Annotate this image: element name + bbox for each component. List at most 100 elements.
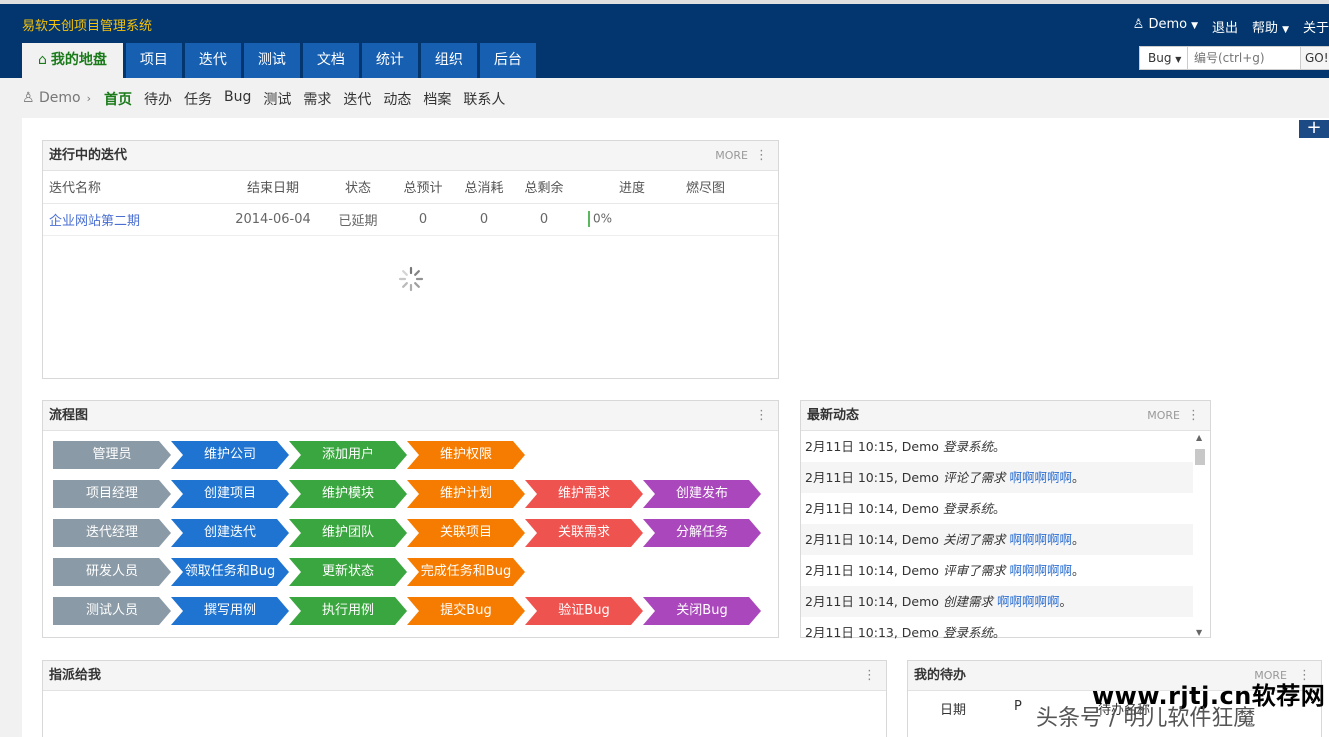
flow-step: 执行用例: [289, 597, 407, 625]
user-icon: ♙: [1132, 17, 1145, 32]
subnav-bug[interactable]: Bug: [224, 89, 251, 109]
subnav-iteration[interactable]: 迭代: [343, 89, 371, 109]
more-link[interactable]: MORE: [1147, 401, 1180, 430]
caret-down-icon: ▼: [1175, 55, 1182, 64]
iterations-panel: 进行中的迭代 MORE ⋮ 迭代名称 结束日期 状态 总预计 总消耗 总剩余 进…: [42, 140, 779, 379]
iteration-link[interactable]: 企业网站第二期: [49, 214, 140, 229]
subnav-home[interactable]: 首页: [104, 89, 132, 109]
flow-row: 项目经理 创建项目 维护模块 维护计划 维护需求 创建发布: [53, 480, 761, 508]
breadcrumb[interactable]: ♙ Demo ›: [22, 90, 91, 106]
flow-step: 维护团队: [289, 519, 407, 547]
panel-menu-icon[interactable]: ⋮: [755, 401, 768, 430]
tab-org[interactable]: 组织: [420, 43, 477, 78]
caret-down-icon: ▼: [1191, 21, 1199, 31]
flow-role: 研发人员: [53, 558, 171, 586]
flow-step: 创建迭代: [171, 519, 289, 547]
flow-step: 验证Bug: [525, 597, 643, 625]
subnav-dynamic[interactable]: 动态: [383, 89, 411, 109]
watermark-author: 头条号 / 明儿软件狂魔: [1036, 706, 1256, 731]
tab-my[interactable]: ⌂ 我的地盘: [22, 43, 123, 78]
list-item: 2月11日 10:14, Demo 登录系统。: [805, 501, 1006, 516]
flow-step: 创建项目: [171, 480, 289, 508]
about-link[interactable]: 关于: [1303, 17, 1329, 36]
subnav-test[interactable]: 测试: [263, 89, 291, 109]
list-item: 2月11日 10:15, Demo 评论了需求 啊啊啊啊啊。: [801, 462, 1193, 493]
flow-row: 测试人员 撰写用例 执行用例 提交Bug 验证Bug 关闭Bug: [53, 597, 761, 625]
scrollbar[interactable]: ▲ ▼: [1194, 433, 1206, 637]
tab-doc[interactable]: 文档: [302, 43, 359, 78]
subnav-story[interactable]: 需求: [303, 89, 331, 109]
panel-header: 流程图 ⋮: [43, 401, 778, 431]
top-header: 易软天创项目管理系统 ♙ Demo ▼ 退出 帮助 ▼ 关于 ⌂ 我的地盘 项目 迭代…: [0, 0, 1329, 78]
flow-step: 维护模块: [289, 480, 407, 508]
flow-row: 管理员 维护公司 添加用户 维护权限: [53, 441, 525, 469]
more-link[interactable]: MORE: [715, 141, 748, 170]
table-row: 企业网站第二期 2014-06-04 已延期 0 0 0 0%: [43, 203, 778, 236]
flow-step: 关联项目: [407, 519, 525, 547]
panel-menu-icon[interactable]: ⋮: [755, 141, 768, 170]
panel-header: 最新动态 MORE ⋮: [801, 401, 1210, 431]
search-type-select[interactable]: Bug ▼: [1140, 47, 1188, 69]
assigned-panel: 指派给我 ⋮: [42, 660, 887, 737]
subnav-profile[interactable]: 档案: [423, 89, 451, 109]
story-link[interactable]: 啊啊啊啊啊: [1009, 470, 1072, 485]
search-input[interactable]: [1188, 47, 1300, 69]
tab-project[interactable]: 项目: [125, 43, 182, 78]
tab-stats[interactable]: 统计: [361, 43, 418, 78]
tab-test[interactable]: 测试: [243, 43, 300, 78]
flow-step: 更新状态: [289, 558, 407, 586]
todo-col-priority: P: [1014, 699, 1022, 714]
list-item: 2月11日 10:14, Demo 创建需求 啊啊啊啊啊。: [801, 586, 1193, 617]
flow-row: 研发人员 领取任务和Bug 更新状态 完成任务和Bug: [53, 558, 525, 586]
loading-spinner-icon: [398, 266, 424, 292]
story-link[interactable]: 啊啊啊啊啊: [1009, 532, 1072, 547]
flow-step: 维护权限: [407, 441, 525, 469]
flow-step: 关联需求: [525, 519, 643, 547]
tab-iteration[interactable]: 迭代: [184, 43, 241, 78]
search-box: Bug ▼ GO!: [1139, 46, 1329, 70]
list-item: 2月11日 10:15, Demo 登录系统。: [805, 439, 1006, 454]
progress-cell: 0%: [578, 203, 686, 236]
scroll-up-icon[interactable]: ▲: [1196, 433, 1202, 442]
flow-step: 撰写用例: [171, 597, 289, 625]
user-icon: ♙: [22, 90, 35, 106]
story-link[interactable]: 啊啊啊啊啊: [1009, 563, 1072, 578]
todo-col-date: 日期: [940, 703, 967, 718]
panel-menu-icon[interactable]: ⋮: [863, 661, 876, 690]
scroll-down-icon[interactable]: ▼: [1196, 628, 1202, 637]
flow-role: 迭代经理: [53, 519, 171, 547]
list-item: 2月11日 10:14, Demo 关闭了需求 啊啊啊啊啊。: [801, 524, 1193, 555]
subnav-task[interactable]: 任务: [184, 89, 212, 109]
add-block-button[interactable]: +: [1299, 119, 1329, 138]
panel-menu-icon[interactable]: ⋮: [1187, 401, 1200, 430]
logout-link[interactable]: 退出: [1212, 17, 1238, 36]
flow-step: 分解任务: [643, 519, 761, 547]
sub-nav-links: 首页 待办 任务 Bug 测试 需求 迭代 动态 档案 联系人: [104, 89, 517, 109]
story-link[interactable]: 啊啊啊啊啊: [997, 594, 1060, 609]
main-nav-tabs: ⌂ 我的地盘 项目 迭代 测试 文档 统计 组织 后台: [22, 43, 539, 78]
flow-row: 迭代经理 创建迭代 维护团队 关联项目 关联需求 分解任务: [53, 519, 761, 547]
flow-panel: 流程图 ⋮ 管理员 维护公司 添加用户 维护权限项目经理 创建项目 维护模块 维护计划 维护需…: [42, 400, 779, 638]
flow-step: 维护公司: [171, 441, 289, 469]
subnav-todo[interactable]: 待办: [144, 89, 172, 109]
subnav-contacts[interactable]: 联系人: [463, 89, 505, 109]
help-dropdown[interactable]: 帮助 ▼: [1252, 17, 1289, 36]
sub-nav: ♙ Demo › 首页 待办 任务 Bug 测试 需求 迭代 动态 档案 联系人: [0, 78, 1329, 118]
iterations-table: 迭代名称 结束日期 状态 总预计 总消耗 总剩余 进度 燃尽图 企业网站第二期 …: [43, 171, 778, 236]
search-go-button[interactable]: GO!: [1300, 47, 1329, 69]
home-icon: ⌂: [38, 52, 47, 68]
scrollbar-thumb[interactable]: [1195, 449, 1205, 465]
user-dropdown[interactable]: ♙ Demo ▼: [1133, 17, 1198, 36]
flow-role: 管理员: [53, 441, 171, 469]
panel-header: 指派给我 ⋮: [43, 661, 886, 691]
flow-step: 添加用户: [289, 441, 407, 469]
tab-admin[interactable]: 后台: [479, 43, 536, 78]
activity-list: 2月11日 10:15, Demo 登录系统。 2月11日 10:15, Demo…: [801, 431, 1193, 639]
flow-step: 完成任务和Bug: [407, 558, 525, 586]
user-menu: ♙ Demo ▼ 退出 帮助 ▼ 关于: [1133, 17, 1329, 36]
flow-step: 领取任务和Bug: [171, 558, 289, 586]
caret-down-icon: ▼: [1282, 25, 1289, 35]
flow-role: 项目经理: [53, 480, 171, 508]
flow-role: 测试人员: [53, 597, 171, 625]
progress-bar: [588, 211, 590, 227]
